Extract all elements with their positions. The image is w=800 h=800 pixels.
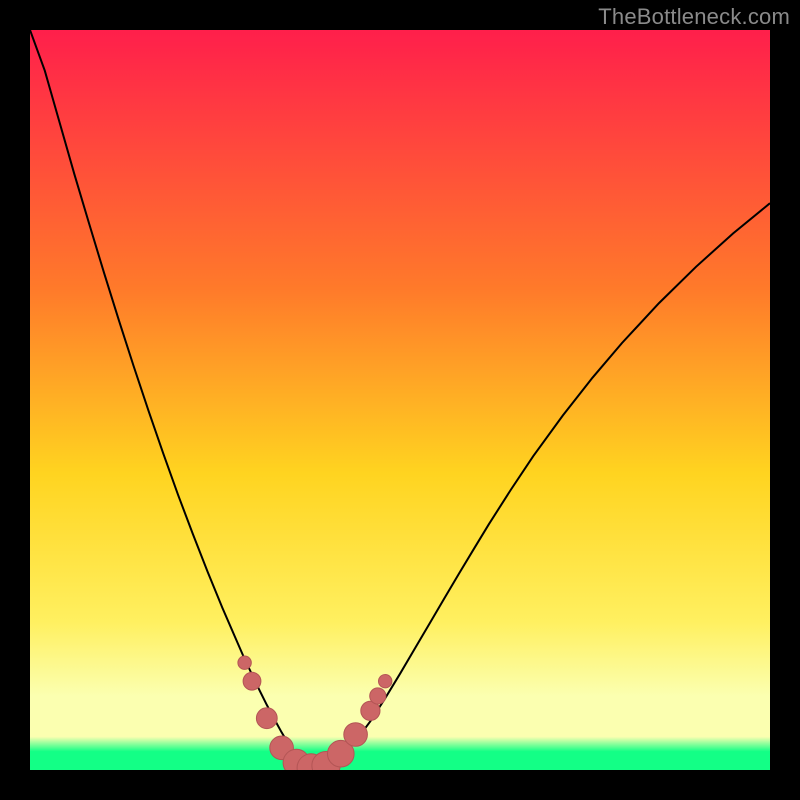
plot-area <box>30 30 770 770</box>
curve-marker <box>344 723 368 747</box>
curve-marker <box>256 708 277 729</box>
curve-marker <box>379 675 392 688</box>
curve-marker <box>238 656 251 669</box>
curve-marker <box>243 672 261 690</box>
chart-svg <box>30 30 770 770</box>
curve-marker <box>370 688 386 704</box>
gradient-background <box>30 30 770 770</box>
watermark-label: TheBottleneck.com <box>598 4 790 30</box>
chart-frame: TheBottleneck.com <box>0 0 800 800</box>
